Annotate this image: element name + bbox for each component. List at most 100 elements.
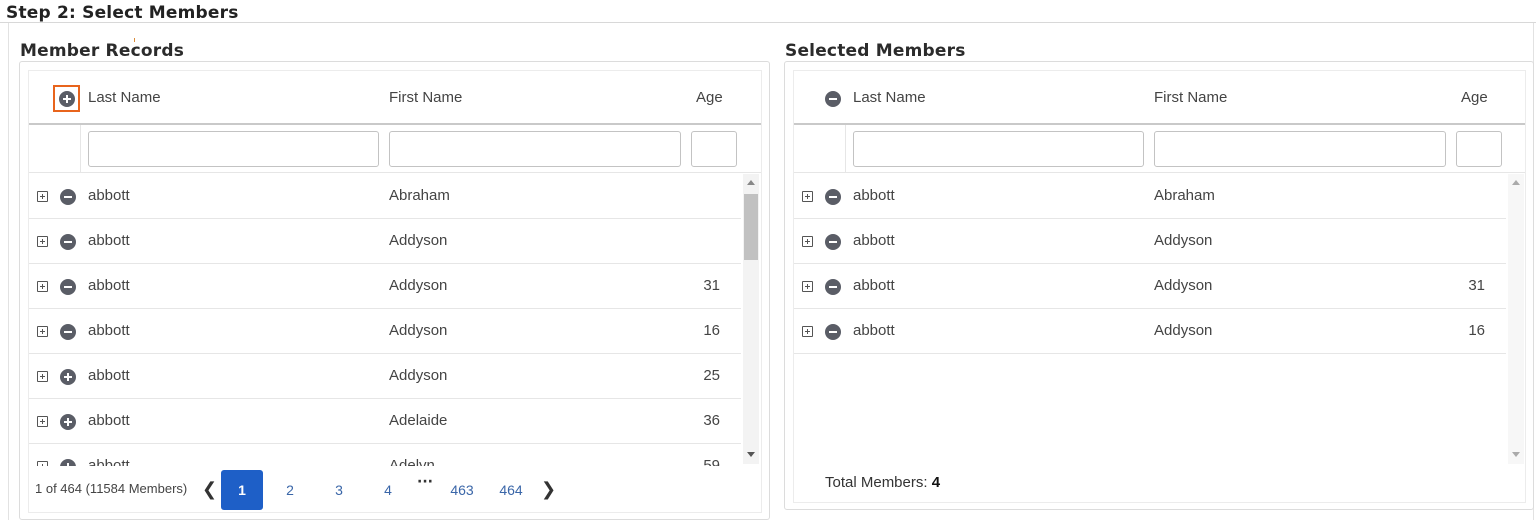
plus-square-icon[interactable]	[802, 326, 813, 337]
page-button-2[interactable]: 2	[269, 470, 311, 510]
table-row[interactable]: abbott Addyson	[29, 219, 741, 264]
last-name-filter-input[interactable]	[88, 131, 379, 167]
cell-first-name: Addyson	[1154, 277, 1213, 294]
minus-circle-icon[interactable]	[60, 324, 76, 340]
cell-last-name: abbott	[853, 187, 895, 204]
page-ellipsis: ···	[417, 474, 433, 490]
table-row[interactable]: abbott Addyson 31	[29, 264, 741, 309]
minus-circle-icon[interactable]	[60, 189, 76, 205]
plus-circle-icon[interactable]	[60, 414, 76, 430]
first-name-filter-input[interactable]	[1154, 131, 1446, 167]
minus-circle-icon[interactable]	[60, 234, 76, 250]
cell-age: 16	[1468, 322, 1485, 339]
scroll-down-icon[interactable]	[1512, 452, 1520, 457]
table-row[interactable]: abbott Abraham	[29, 174, 741, 219]
plus-square-icon[interactable]	[802, 191, 813, 202]
cell-last-name: abbott	[88, 232, 130, 249]
plus-square-icon[interactable]	[802, 236, 813, 247]
cell-last-name: abbott	[88, 187, 130, 204]
member-records-title: Member Records	[20, 41, 185, 61]
cell-first-name: Addyson	[389, 277, 448, 294]
minus-circle-icon[interactable]	[825, 189, 841, 205]
scrollbar[interactable]	[743, 174, 759, 464]
plus-square-icon[interactable]	[37, 281, 48, 292]
page-button-3[interactable]: 3	[318, 470, 360, 510]
age-filter-input[interactable]	[1456, 131, 1502, 167]
cell-last-name: abbott	[853, 277, 895, 294]
table-row[interactable]: abbott Addyson 31	[794, 264, 1506, 309]
cell-first-name: Addyson	[389, 322, 448, 339]
selected-members-panel: Last Name First Name Age abbott Abraham ab…	[784, 61, 1534, 510]
selected-members-title: Selected Members	[785, 41, 966, 61]
column-header-first-name[interactable]: First Name	[1154, 89, 1227, 106]
table-row[interactable]: abbott Adelaide 36	[29, 399, 741, 444]
cell-first-name: Addyson	[389, 367, 448, 384]
scroll-up-icon[interactable]	[1512, 180, 1520, 185]
plus-circle-icon[interactable]	[60, 369, 76, 385]
filter-row	[29, 125, 761, 173]
table-row[interactable]: abbott Addyson 16	[794, 309, 1506, 354]
step-divider	[0, 22, 1536, 23]
cell-last-name: abbott	[88, 412, 130, 429]
grid-header: Last Name First Name Age	[29, 71, 761, 125]
column-header-first-name[interactable]: First Name	[389, 89, 462, 106]
step-title: Step 2: Select Members	[6, 3, 239, 23]
minus-circle-icon[interactable]	[825, 324, 841, 340]
cell-last-name: abbott	[88, 277, 130, 294]
pager-prev-button[interactable]: ❮	[202, 479, 217, 500]
plus-square-icon[interactable]	[37, 416, 48, 427]
plus-square-icon[interactable]	[37, 191, 48, 202]
plus-square-icon[interactable]	[37, 236, 48, 247]
column-header-last-name[interactable]: Last Name	[88, 89, 161, 106]
scrollbar[interactable]	[1508, 174, 1524, 464]
plus-circle-icon[interactable]	[60, 459, 76, 466]
page-button-464[interactable]: 464	[490, 470, 532, 510]
column-header-age[interactable]: Age	[1461, 89, 1488, 106]
table-row[interactable]: abbott Addyson 16	[29, 309, 741, 354]
cell-last-name: abbott	[88, 367, 130, 384]
table-row[interactable]: abbott Addyson	[794, 219, 1506, 264]
page-button-463[interactable]: 463	[441, 470, 483, 510]
member-records-panel: Last Name First Name Age abbott Abraham ab…	[19, 61, 770, 520]
plus-square-icon[interactable]	[802, 281, 813, 292]
last-name-filter-input[interactable]	[853, 131, 1144, 167]
table-row[interactable]: abbott Addyson 25	[29, 354, 741, 399]
age-filter-input[interactable]	[691, 131, 737, 167]
cell-first-name: Abraham	[389, 187, 450, 204]
cell-first-name: Addyson	[1154, 232, 1213, 249]
cell-first-name: Addyson	[1154, 322, 1213, 339]
cell-first-name: Adelaide	[389, 412, 448, 429]
minus-circle-icon[interactable]	[825, 279, 841, 295]
cell-age: 31	[703, 277, 720, 294]
cell-age: 59	[703, 457, 720, 466]
cell-last-name: abbott	[88, 322, 130, 339]
pager-next-button[interactable]: ❯	[541, 479, 556, 500]
selected-members-grid: Last Name First Name Age abbott Abraham ab…	[793, 70, 1526, 503]
scroll-up-icon[interactable]	[747, 180, 755, 185]
page-button-4[interactable]: 4	[367, 470, 409, 510]
cell-first-name: Adelyn	[389, 457, 435, 466]
first-name-filter-input[interactable]	[389, 131, 681, 167]
table-row[interactable]: abbott Adelyn 59	[29, 444, 741, 466]
column-header-age[interactable]: Age	[696, 89, 723, 106]
total-members: Total Members: 4	[825, 474, 940, 491]
scroll-thumb[interactable]	[744, 194, 758, 260]
column-header-last-name[interactable]: Last Name	[853, 89, 926, 106]
remove-all-button[interactable]	[825, 91, 841, 107]
total-members-label: Total Members:	[825, 474, 928, 491]
add-all-button[interactable]	[53, 85, 80, 112]
pager-info: 1 of 464 (11584 Members)	[35, 481, 188, 496]
minus-circle-icon[interactable]	[60, 279, 76, 295]
page-button-1[interactable]: 1	[221, 470, 263, 510]
plus-square-icon[interactable]	[37, 326, 48, 337]
cell-last-name: abbott	[88, 457, 130, 466]
plus-square-icon[interactable]	[37, 371, 48, 382]
scroll-down-icon[interactable]	[747, 452, 755, 457]
cell-age: 25	[703, 367, 720, 384]
minus-circle-icon[interactable]	[825, 234, 841, 250]
grid-header: Last Name First Name Age	[794, 71, 1525, 125]
cell-age: 31	[1468, 277, 1485, 294]
table-row[interactable]: abbott Abraham	[794, 174, 1506, 219]
plus-circle-icon	[58, 90, 75, 107]
cell-last-name: abbott	[853, 322, 895, 339]
